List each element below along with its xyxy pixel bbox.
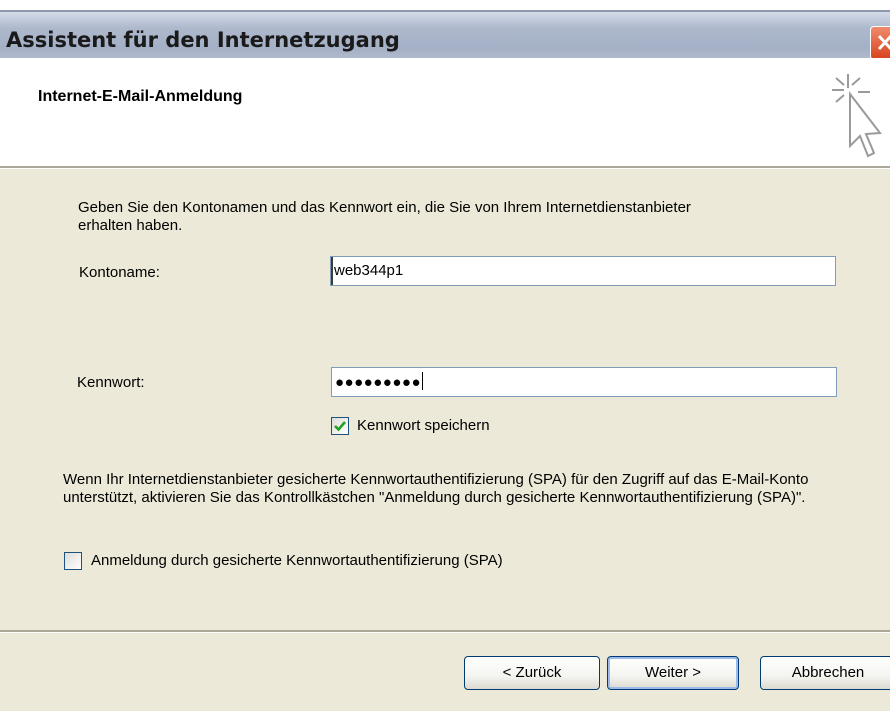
header-divider-highlight — [0, 168, 890, 169]
save-password-label[interactable]: Kennwort speichern — [357, 417, 490, 435]
save-password-checkbox[interactable] — [331, 417, 349, 435]
spa-checkbox[interactable] — [64, 552, 82, 570]
wizard-header — [0, 58, 890, 166]
title-bar-edge — [0, 10, 890, 12]
password-value: ●●●●●●●●● — [335, 374, 422, 391]
spa-description: Wenn Ihr Internetdienstanbieter gesicher… — [63, 471, 809, 506]
input-focus-edge — [331, 257, 333, 285]
account-name-input[interactable]: web344p1 — [330, 256, 836, 286]
account-name-label: Kontoname: — [79, 264, 160, 281]
close-icon — [877, 34, 890, 51]
close-button[interactable] — [870, 26, 890, 60]
next-button[interactable]: Weiter > — [607, 656, 739, 690]
page-heading: Internet-E-Mail-Anmeldung — [38, 88, 243, 105]
password-input[interactable]: ●●●●●●●●● — [331, 367, 837, 397]
back-button[interactable]: < Zurück — [464, 656, 600, 690]
cancel-button[interactable]: Abbrechen — [760, 656, 890, 690]
window-title: Assistent für den Internetzugang — [6, 28, 400, 52]
account-name-value: web344p1 — [334, 262, 404, 279]
intro-text: Geben Sie den Kontonamen und das Kennwor… — [78, 199, 691, 234]
checkmark-icon — [334, 421, 346, 432]
password-label: Kennwort: — [77, 374, 145, 391]
wizard-window: Assistent für den Internetzugang Interne… — [0, 0, 890, 711]
footer-divider-highlight — [0, 632, 890, 633]
text-caret — [422, 372, 424, 390]
wizard-cursor-icon — [828, 70, 890, 171]
spa-label[interactable]: Anmeldung durch gesicherte Kennwortauthe… — [91, 552, 503, 570]
